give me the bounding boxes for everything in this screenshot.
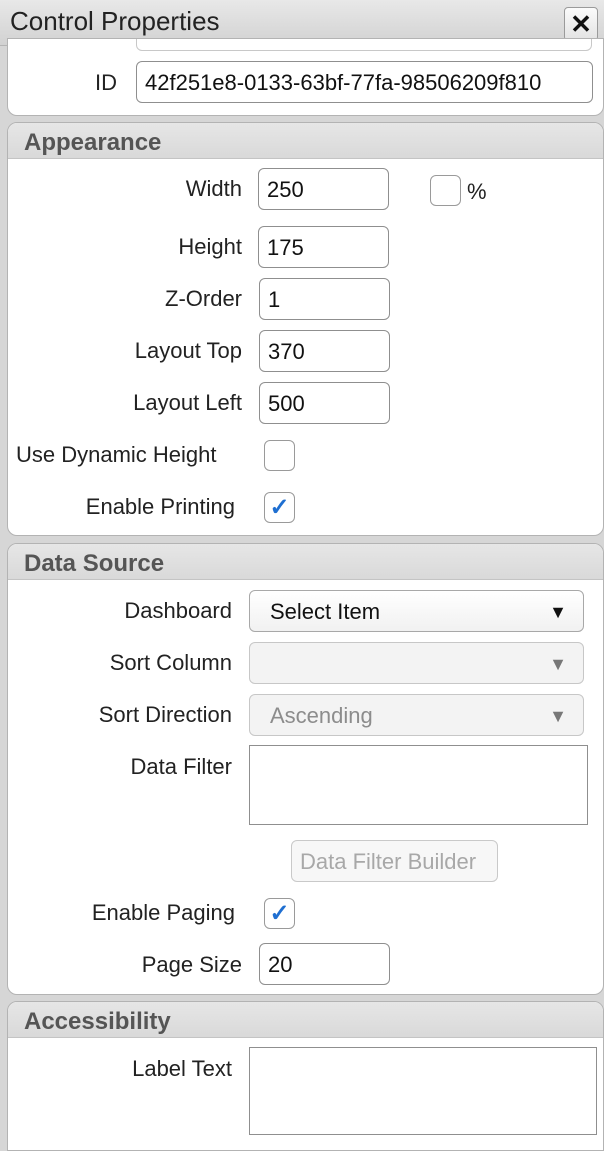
check-icon: ✓ [269,494,290,521]
height-field[interactable]: 175 [258,226,389,268]
layout-left-field[interactable]: 500 [259,382,390,424]
dashboard-select-value: Select Item [270,599,381,624]
close-button[interactable]: ✕ [564,7,598,41]
zorder-field[interactable]: 1 [259,278,390,320]
window-title: Control Properties [10,6,220,36]
dashboard-select[interactable]: Select Item ▼ [249,590,584,632]
accessibility-title: Accessibility [24,1008,171,1035]
accessibility-header[interactable]: Accessibility [8,1002,603,1038]
page-size-label: Page Size [141,952,242,977]
dynamic-height-label: Use Dynamic Height [16,442,217,467]
identity-panel: ID 42f251e8-0133-63bf-77fa-98506209f810 [7,38,604,116]
enable-printing-label: Enable Printing [85,494,235,519]
sort-direction-select-value: Ascending [270,703,373,728]
percent-label: % [467,179,487,204]
percent-checkbox[interactable] [430,175,461,206]
layout-left-label: Layout Left [133,390,242,415]
close-icon: ✕ [570,9,592,39]
dashboard-label: Dashboard [124,598,232,623]
appearance-title: Appearance [24,129,162,156]
layout-top-field[interactable]: 370 [259,330,390,372]
label-text-textarea[interactable] [249,1047,597,1135]
data-source-header[interactable]: Data Source [8,544,603,580]
name-field-partial[interactable] [136,39,592,51]
label-text-label: Label Text [132,1056,232,1081]
id-field[interactable]: 42f251e8-0133-63bf-77fa-98506209f810 [136,61,593,103]
sort-direction-select[interactable]: Ascending ▼ [249,694,584,736]
data-filter-label: Data Filter [130,754,232,779]
zorder-label: Z-Order [165,286,242,311]
width-label: Width [185,176,242,201]
enable-paging-checkbox[interactable]: ✓ [264,898,295,929]
layout-top-label: Layout Top [134,338,242,363]
sort-column-label: Sort Column [109,650,232,675]
id-label: ID [95,70,117,95]
dynamic-height-checkbox[interactable] [264,440,295,471]
check-icon: ✓ [269,900,290,927]
chevron-down-icon: ▼ [549,602,567,622]
enable-paging-label: Enable Paging [91,900,235,925]
data-source-panel: Data Source Dashboard Select Item ▼ Sort… [7,543,604,995]
data-filter-builder-button[interactable]: Data Filter Builder [291,840,498,882]
width-field[interactable]: 250 [258,168,389,210]
data-filter-textarea[interactable] [249,745,588,825]
appearance-panel: Appearance Width 250 % Height 175 Z-Orde… [7,122,604,536]
chevron-down-icon: ▼ [549,654,567,674]
sort-column-select[interactable]: ▼ [249,642,584,684]
page-size-field[interactable]: 20 [259,943,390,985]
enable-printing-checkbox[interactable]: ✓ [264,492,295,523]
chevron-down-icon: ▼ [549,706,567,726]
accessibility-panel: Accessibility Label Text [7,1001,604,1151]
height-label: Height [178,234,242,259]
appearance-header[interactable]: Appearance [8,123,603,159]
sort-direction-label: Sort Direction [98,702,232,727]
data-source-title: Data Source [24,550,165,577]
